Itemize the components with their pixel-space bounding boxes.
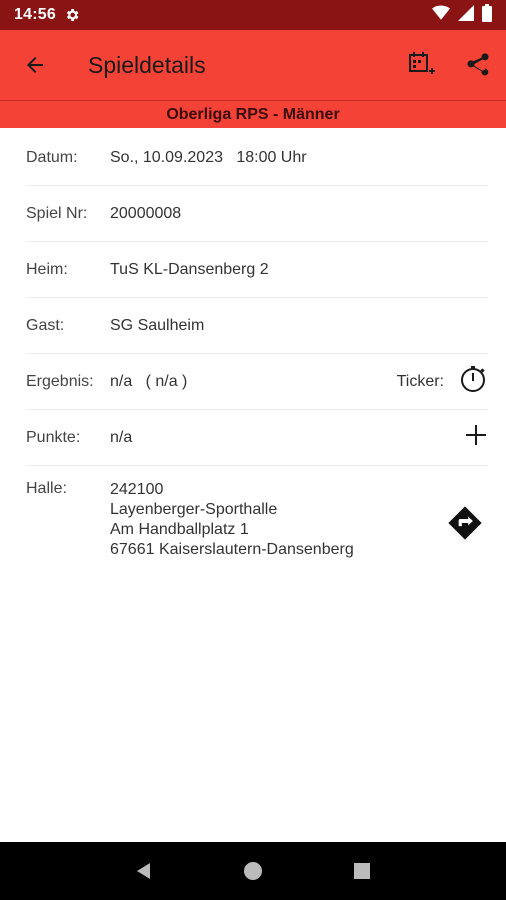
punkte-label: Punkte: [26, 428, 81, 446]
app-bar: Spieldetails [0, 30, 506, 100]
system-nav-bar [0, 842, 506, 900]
gast-row[interactable]: Gast: SG Saulheim [26, 298, 488, 354]
recents-square-icon [353, 863, 370, 879]
ergebnis-label: Ergebnis: [26, 372, 94, 390]
punkte-row: Punkte: n/a [26, 410, 488, 466]
spiel-nr-label: Spiel Nr: [26, 204, 88, 222]
back-triangle-icon [137, 863, 151, 879]
home-circle-icon [243, 862, 262, 880]
datum-value: So., 10.09.2023 18:00 Uhr [110, 148, 307, 166]
ticker-label: Ticker: [396, 372, 444, 390]
ticker-button[interactable] [458, 364, 488, 399]
halle-label: Halle: [26, 480, 67, 497]
battery-icon [482, 3, 492, 27]
gast-team[interactable]: SG Saulheim [110, 317, 204, 335]
system-home-button[interactable] [233, 851, 273, 891]
stopwatch-icon [461, 366, 485, 392]
league-banner: Oberliga RPS - Männer [0, 100, 506, 128]
gear-icon [64, 7, 80, 23]
datum-row: Datum: So., 10.09.2023 18:00 Uhr [26, 130, 488, 186]
ergebnis-row: Ergebnis: n/a ( n/a ) Ticker: [26, 354, 488, 410]
heim-label: Heim: [26, 260, 68, 278]
status-bar: 14:56 [0, 0, 506, 30]
plus-icon [466, 425, 486, 445]
heim-team[interactable]: TuS KL-Dansenberg 2 [110, 261, 269, 279]
directions-button[interactable] [446, 504, 484, 547]
share-icon [467, 53, 489, 76]
spiel-nr-row: Spiel Nr: 20000008 [26, 186, 488, 242]
punkte-value: n/a [110, 428, 133, 446]
halle-name: Layenberger-Sporthalle [110, 501, 278, 518]
halle-street: Am Handballplatz 1 [110, 521, 249, 538]
ergebnis-value: n/a ( n/a ) [110, 372, 188, 390]
wifi-icon [432, 5, 450, 26]
back-arrow-icon [27, 57, 43, 73]
league-name: Oberliga RPS - Männer [166, 105, 340, 123]
gast-label: Gast: [26, 316, 65, 334]
game-details: Datum: So., 10.09.2023 18:00 Uhr Spiel N… [0, 130, 506, 560]
calendar-add-icon [409, 52, 435, 74]
halle-number: 242100 [110, 481, 164, 498]
page-title: Spieldetails [88, 51, 206, 78]
signal-icon [458, 4, 474, 26]
halle-city: 67661 Kaiserslautern-Dansenberg [110, 541, 354, 558]
heim-row[interactable]: Heim: TuS KL-Dansenberg 2 [26, 242, 488, 298]
halle-row: Halle: 242100 Layenberger-Sporthalle Am … [26, 466, 488, 560]
halle-address: 242100 Layenberger-Sporthalle Am Handbal… [110, 480, 354, 560]
system-back-button[interactable] [124, 851, 164, 891]
directions-icon [448, 506, 482, 540]
share-button[interactable] [450, 30, 506, 100]
system-recents-button[interactable] [342, 851, 382, 891]
datum-label: Datum: [26, 148, 78, 166]
add-punkte-button[interactable] [464, 423, 488, 452]
back-button[interactable] [0, 30, 70, 100]
add-to-calendar-button[interactable] [394, 30, 450, 100]
spiel-nr-value: 20000008 [110, 204, 182, 222]
status-time: 14:56 [14, 6, 56, 23]
